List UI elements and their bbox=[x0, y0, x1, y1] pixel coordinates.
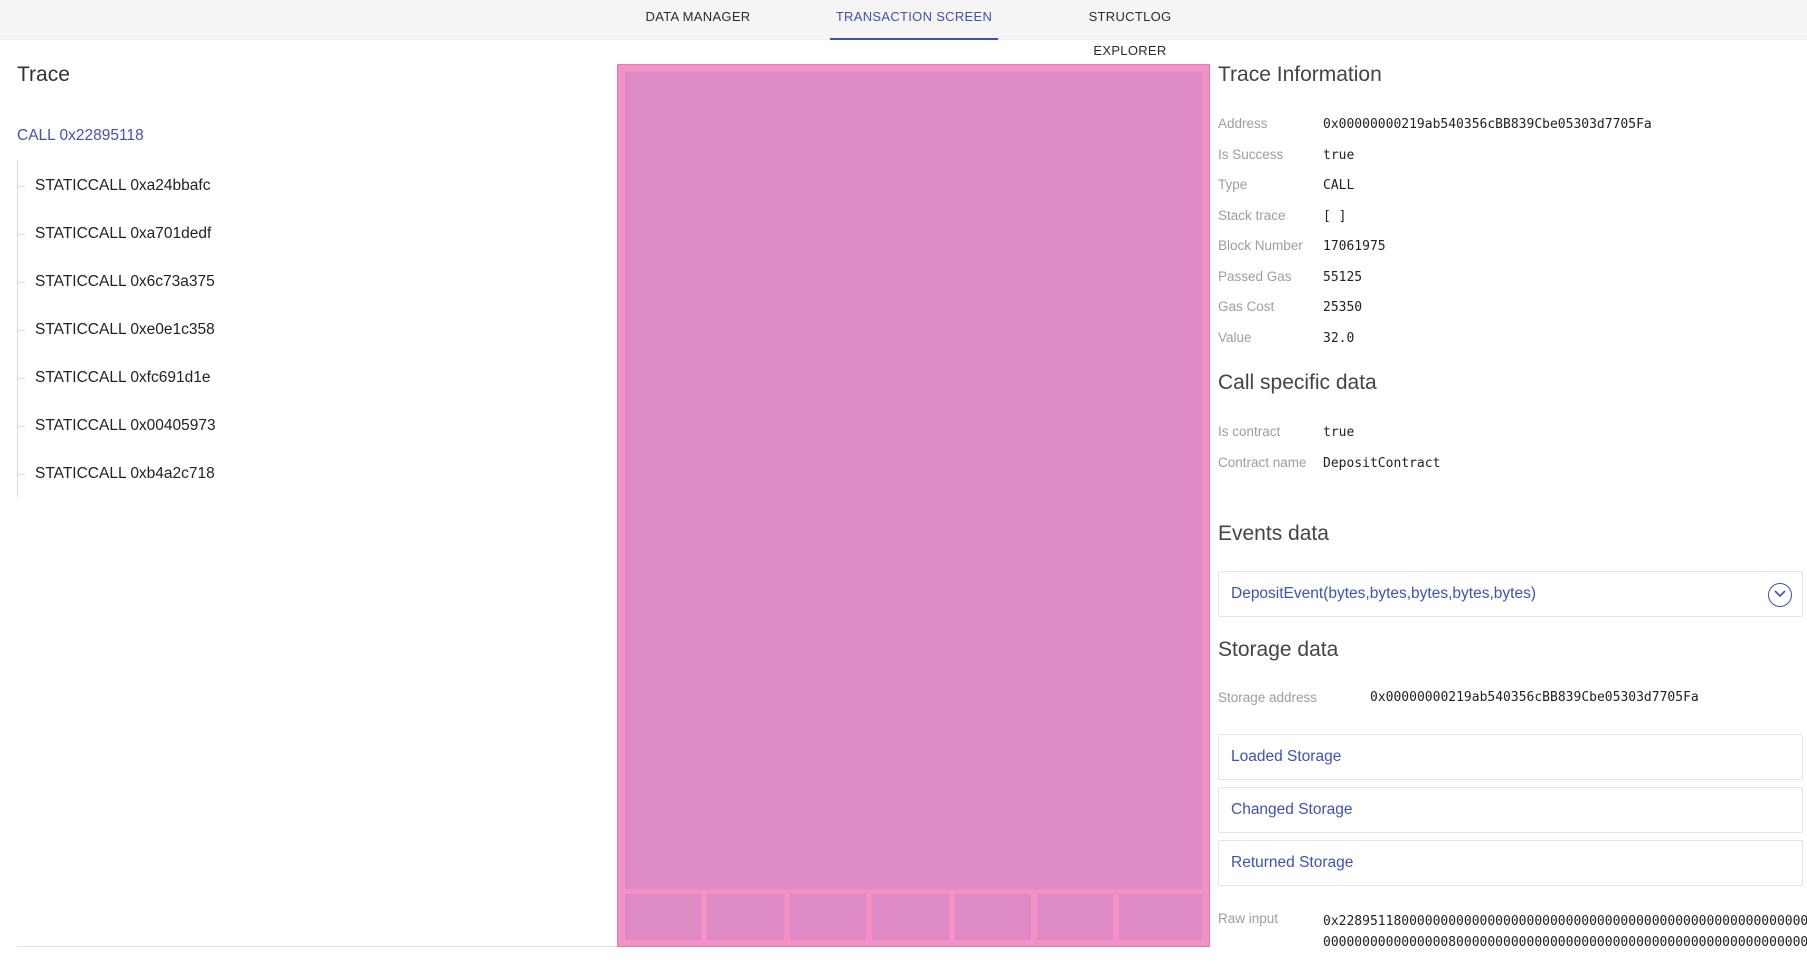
trace-child-label: STATICCALL 0xa701dedf bbox=[35, 225, 212, 242]
info-value-value: 32.0 bbox=[1323, 331, 1355, 346]
top-navigation: DATA MANAGER TRANSACTION SCREEN STRUCTLO… bbox=[0, 0, 1807, 58]
info-value-stack-trace: [ ] bbox=[1323, 209, 1347, 224]
visualization-cell bbox=[1037, 894, 1113, 940]
info-value-gas-cost: 25350 bbox=[1323, 300, 1363, 315]
info-value-type: CALL bbox=[1323, 178, 1355, 193]
tree-connector bbox=[18, 329, 25, 331]
trace-child-label: STATICCALL 0x6c73a375 bbox=[35, 273, 215, 290]
divider bbox=[17, 946, 617, 947]
trace-child-label: STATICCALL 0x00405973 bbox=[35, 417, 216, 434]
returned-storage-label: Returned Storage bbox=[1231, 854, 1354, 871]
info-label: Gas Cost bbox=[1218, 299, 1275, 314]
info-value-block-number: 17061975 bbox=[1323, 239, 1386, 254]
trace-child-item[interactable]: STATICCALL 0xa701dedf bbox=[18, 222, 211, 246]
loaded-storage-label: Loaded Storage bbox=[1231, 748, 1342, 765]
trace-child-label: STATICCALL 0xe0e1c358 bbox=[35, 321, 215, 338]
info-label: Is Success bbox=[1218, 147, 1284, 162]
visualization-cell bbox=[790, 894, 866, 940]
tab-transaction-screen[interactable]: TRANSACTION SCREEN bbox=[830, 0, 998, 40]
returned-storage-expander[interactable]: Returned Storage bbox=[1218, 840, 1803, 886]
info-value-contract-name: DepositContract bbox=[1323, 456, 1441, 471]
chevron-down-circle-icon[interactable] bbox=[1768, 583, 1792, 607]
visualization-main-area bbox=[625, 72, 1202, 889]
trace-child-label: STATICCALL 0xfc691d1e bbox=[35, 369, 211, 386]
tree-connector bbox=[18, 377, 25, 379]
event-label: DepositEvent(bytes,bytes,bytes,bytes,byt… bbox=[1231, 585, 1536, 602]
tab-structlog-explorer[interactable]: STRUCTLOG EXPLORER bbox=[1052, 0, 1208, 58]
visualization-panel bbox=[617, 64, 1210, 947]
events-data-title: Events data bbox=[1218, 522, 1329, 545]
tree-connector bbox=[18, 185, 25, 187]
storage-address-value: 0x00000000219ab540356cBB839Cbe05303d7705… bbox=[1370, 690, 1699, 705]
visualization-cell bbox=[955, 894, 1031, 940]
info-value-passed-gas: 55125 bbox=[1323, 270, 1363, 285]
changed-storage-label: Changed Storage bbox=[1231, 801, 1353, 818]
visualization-cell bbox=[1119, 894, 1202, 940]
trace-child-label: STATICCALL 0xb4a2c718 bbox=[35, 465, 215, 482]
trace-child-item[interactable]: STATICCALL 0xa24bbafc bbox=[18, 174, 210, 198]
info-label: Value bbox=[1218, 330, 1252, 345]
info-label: Stack trace bbox=[1218, 208, 1286, 223]
trace-information-title: Trace Information bbox=[1218, 63, 1382, 86]
visualization-cell bbox=[625, 894, 701, 940]
trace-tree: STATICCALL 0xa24bbafc STATICCALL 0xa701d… bbox=[17, 160, 217, 497]
trace-child-item[interactable]: STATICCALL 0x00405973 bbox=[18, 414, 216, 438]
tree-connector bbox=[18, 425, 25, 427]
trace-child-item[interactable]: STATICCALL 0xe0e1c358 bbox=[18, 318, 215, 342]
info-value-is-success: true bbox=[1323, 148, 1355, 163]
tree-connector bbox=[18, 281, 25, 283]
info-label: Is contract bbox=[1218, 424, 1281, 439]
raw-input-line: 0000000000000000800000000000000000000000… bbox=[1323, 935, 1807, 950]
storage-address-label: Storage address bbox=[1218, 690, 1318, 705]
trace-child-item[interactable]: STATICCALL 0xfc691d1e bbox=[18, 366, 210, 390]
info-label: Address bbox=[1218, 116, 1268, 131]
info-label: Type bbox=[1218, 177, 1248, 192]
trace-title: Trace bbox=[17, 63, 70, 86]
info-label: Block Number bbox=[1218, 238, 1303, 253]
trace-child-item[interactable]: STATICCALL 0xb4a2c718 bbox=[18, 462, 215, 486]
call-specific-data-title: Call specific data bbox=[1218, 371, 1377, 394]
trace-child-label: STATICCALL 0xa24bbafc bbox=[35, 177, 211, 194]
storage-data-title: Storage data bbox=[1218, 638, 1339, 661]
event-expander[interactable]: DepositEvent(bytes,bytes,bytes,bytes,byt… bbox=[1218, 571, 1803, 617]
trace-root-call[interactable]: CALL 0x22895118 bbox=[17, 127, 144, 145]
visualization-cell bbox=[707, 894, 784, 940]
raw-input-label: Raw input bbox=[1218, 911, 1279, 926]
info-value-address: 0x00000000219ab540356cBB839Cbe05303d7705… bbox=[1323, 117, 1652, 132]
raw-input-value: 0x22895118000000000000000000000000000000… bbox=[1323, 911, 1807, 953]
raw-input-line: 0x22895118000000000000000000000000000000… bbox=[1323, 914, 1807, 929]
info-label: Contract name bbox=[1218, 455, 1307, 470]
loaded-storage-expander[interactable]: Loaded Storage bbox=[1218, 734, 1803, 780]
info-value-is-contract: true bbox=[1323, 425, 1355, 440]
trace-child-item[interactable]: STATICCALL 0x6c73a375 bbox=[18, 270, 215, 294]
visualization-cell bbox=[872, 894, 949, 940]
info-label: Passed Gas bbox=[1218, 269, 1292, 284]
tree-connector bbox=[18, 473, 25, 475]
tab-data-manager[interactable]: DATA MANAGER bbox=[640, 0, 756, 40]
tree-connector bbox=[18, 233, 25, 235]
changed-storage-expander[interactable]: Changed Storage bbox=[1218, 787, 1803, 833]
